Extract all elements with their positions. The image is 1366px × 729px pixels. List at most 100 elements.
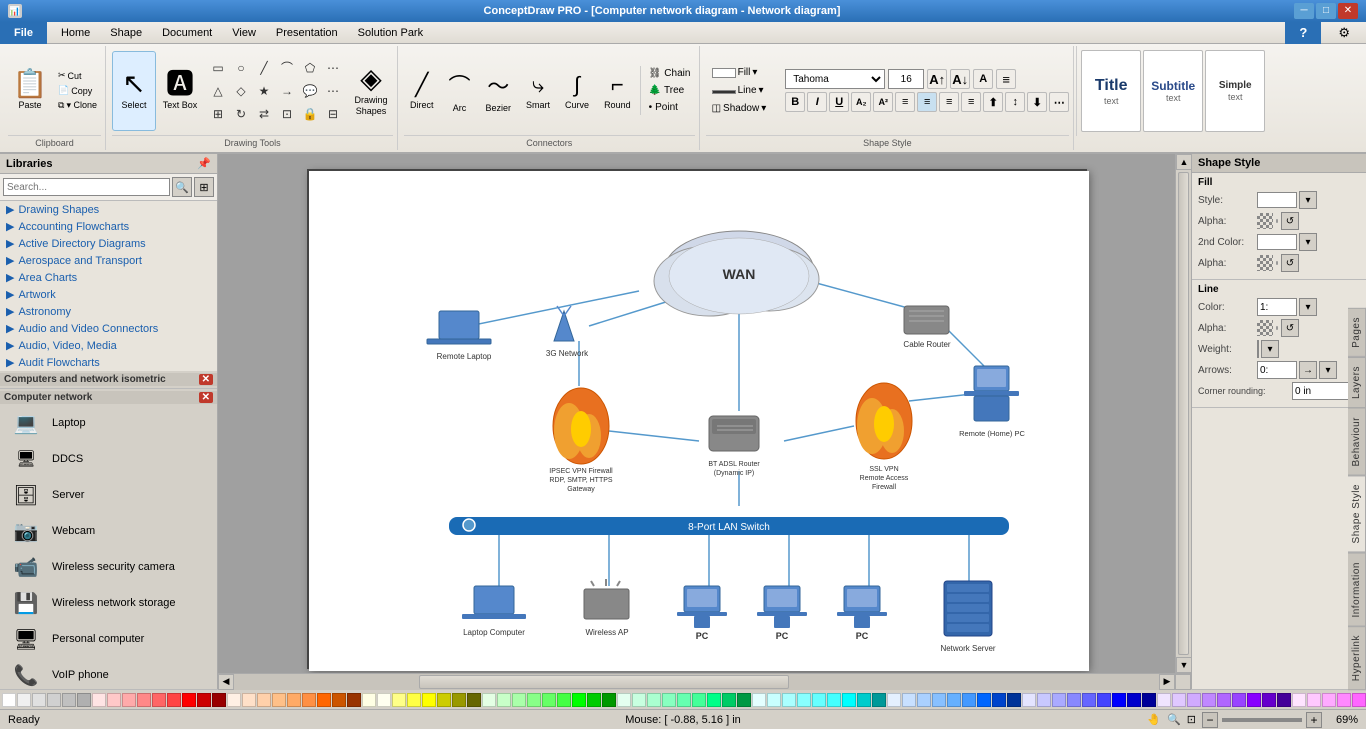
- subtitle-text-card[interactable]: Subtitle text: [1143, 50, 1203, 132]
- search-button[interactable]: 🔍: [172, 177, 192, 197]
- menu-help-icon[interactable]: ?: [1285, 22, 1321, 44]
- align-center-button[interactable]: ≡: [917, 92, 937, 112]
- callout-btn[interactable]: 💬: [299, 80, 321, 102]
- color-cell[interactable]: [542, 693, 556, 707]
- color-cell[interactable]: [482, 693, 496, 707]
- color-cell[interactable]: [1037, 693, 1051, 707]
- color-cell[interactable]: [932, 693, 946, 707]
- lib-shape-server[interactable]: 🗄 Server: [2, 478, 215, 512]
- color-cell[interactable]: [992, 693, 1006, 707]
- sidebar-item-audit[interactable]: ▶ Audit Flowcharts: [0, 354, 217, 371]
- tri-btn[interactable]: △: [207, 80, 229, 102]
- color-cell[interactable]: [467, 693, 481, 707]
- hscroll-track[interactable]: [234, 674, 1159, 690]
- sidebar-item-artwork[interactable]: ▶ Artwork: [0, 286, 217, 303]
- scroll-right-button[interactable]: ▶: [1159, 674, 1175, 690]
- color-cell[interactable]: [962, 693, 976, 707]
- color-cell[interactable]: [1337, 693, 1351, 707]
- color-cell[interactable]: [347, 693, 361, 707]
- color-cell[interactable]: [527, 693, 541, 707]
- scroll-left-button[interactable]: ◀: [218, 674, 234, 690]
- menu-file[interactable]: File: [0, 22, 47, 44]
- sidebar-item-ad[interactable]: ▶ Active Directory Diagrams: [0, 235, 217, 252]
- color-cell[interactable]: [632, 693, 646, 707]
- line-alpha-slider[interactable]: [1276, 326, 1278, 330]
- line-color-btn[interactable]: ▾: [1299, 298, 1317, 316]
- color-cell[interactable]: [332, 693, 346, 707]
- color-cell[interactable]: [242, 693, 256, 707]
- font-family-select[interactable]: Tahoma: [785, 69, 885, 89]
- fill-alpha2-btn[interactable]: ↺: [1281, 254, 1299, 272]
- star-btn[interactable]: ★: [253, 80, 275, 102]
- scroll-thumb-vertical[interactable]: [1178, 172, 1189, 655]
- color-cell[interactable]: [1022, 693, 1036, 707]
- sidebar-item-drawing-shapes[interactable]: ▶ Drawing Shapes: [0, 201, 217, 218]
- color-cell[interactable]: [182, 693, 196, 707]
- scroll-up-button[interactable]: ▲: [1176, 154, 1191, 170]
- line-button[interactable]: Line ▾: [706, 83, 770, 98]
- direct-button[interactable]: ╱ Direct: [404, 70, 440, 112]
- behaviour-tab[interactable]: Behaviour: [1348, 408, 1366, 476]
- color-cell[interactable]: [77, 693, 91, 707]
- hyperlink-tab[interactable]: Hyperlink: [1348, 626, 1366, 690]
- snap-btn[interactable]: ⊞: [207, 103, 229, 125]
- fill-alpha-btn[interactable]: ↺: [1281, 212, 1299, 230]
- view-toggle-button[interactable]: ⊞: [194, 177, 214, 197]
- fill-2nd-color-swatch[interactable]: [1257, 234, 1297, 250]
- lib-shape-webcam[interactable]: 📷 Webcam: [2, 514, 215, 548]
- arrows-input[interactable]: [1257, 361, 1297, 379]
- fill-2nd-color-btn[interactable]: ▾: [1299, 233, 1317, 251]
- color-cell[interactable]: [362, 693, 376, 707]
- color-cell[interactable]: [557, 693, 571, 707]
- canvas-viewport[interactable]: 8-Port LAN Switch: [218, 154, 1175, 673]
- color-cell[interactable]: [812, 693, 826, 707]
- color-cell[interactable]: [197, 693, 211, 707]
- hscroll-thumb[interactable]: [419, 675, 789, 689]
- color-cell[interactable]: [692, 693, 706, 707]
- lock-btn[interactable]: 🔒: [299, 103, 321, 125]
- color-cell[interactable]: [737, 693, 751, 707]
- sidebar-item-accounting[interactable]: ▶ Accounting Flowcharts: [0, 218, 217, 235]
- color-cell[interactable]: [1277, 693, 1291, 707]
- clone-button[interactable]: ⧉ ▾ Clone: [54, 99, 101, 112]
- fill-style-btn[interactable]: ▾: [1299, 191, 1317, 209]
- color-cell[interactable]: [797, 693, 811, 707]
- pages-tab[interactable]: Pages: [1348, 308, 1366, 357]
- arc-button[interactable]: ⌒ Arc: [443, 67, 477, 115]
- lib-shape-wireless-camera[interactable]: 📹 Wireless security camera: [2, 550, 215, 584]
- color-cell[interactable]: [47, 693, 61, 707]
- color-cell[interactable]: [1187, 693, 1201, 707]
- color-cell[interactable]: [152, 693, 166, 707]
- color-cell[interactable]: [1247, 693, 1261, 707]
- color-cell[interactable]: [1082, 693, 1096, 707]
- search-input[interactable]: [3, 178, 170, 196]
- grp-btn[interactable]: ⊡: [276, 103, 298, 125]
- valign-middle-button[interactable]: ↕: [1005, 92, 1025, 112]
- menu-settings-icon[interactable]: ⚙: [1328, 22, 1360, 44]
- curve-button[interactable]: ∫ Curve: [559, 70, 595, 112]
- shadow-dropdown-icon[interactable]: ▾: [761, 103, 766, 114]
- minimize-button[interactable]: ─: [1294, 3, 1314, 19]
- color-cell[interactable]: [722, 693, 736, 707]
- more-btn[interactable]: ⋯: [322, 57, 344, 79]
- point-button[interactable]: • Point: [645, 100, 695, 115]
- close-button[interactable]: ✕: [1338, 3, 1358, 19]
- color-cell[interactable]: [872, 693, 886, 707]
- drawing-shapes-button[interactable]: ◈ Drawing Shapes: [349, 51, 393, 131]
- color-cell[interactable]: [137, 693, 151, 707]
- lib-shape-voip[interactable]: 📞 VoIP phone: [2, 658, 215, 689]
- menu-solution-park[interactable]: Solution Park: [348, 22, 433, 44]
- color-cell[interactable]: [1142, 693, 1156, 707]
- color-cell[interactable]: [662, 693, 676, 707]
- lib-shape-personal-computer[interactable]: 🖥 Personal computer: [2, 622, 215, 656]
- cut-button[interactable]: ✂ Cut: [54, 69, 101, 82]
- title-text-card[interactable]: Title text: [1081, 50, 1141, 132]
- color-cell[interactable]: [1172, 693, 1186, 707]
- underline-button[interactable]: U: [829, 92, 849, 112]
- color-cell[interactable]: [1232, 693, 1246, 707]
- color-cell[interactable]: [422, 693, 436, 707]
- italic-button[interactable]: I: [807, 92, 827, 112]
- align-right-button[interactable]: ≡: [939, 92, 959, 112]
- paste-button[interactable]: 📋 Paste: [8, 51, 52, 131]
- fit-icon[interactable]: ⊡: [1187, 713, 1196, 726]
